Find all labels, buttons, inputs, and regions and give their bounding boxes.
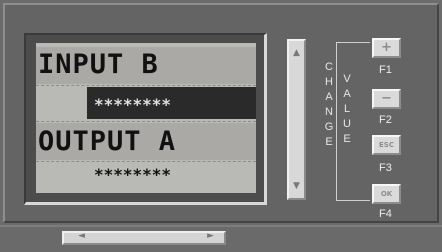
value-label: V A L U E [343, 73, 351, 145]
ok-button[interactable]: OK [372, 184, 401, 204]
bracket-top [336, 42, 370, 43]
scroll-left-arrow-icon[interactable]: ◄ [78, 231, 85, 241]
bracket-bottom [336, 200, 370, 201]
lcd-line2-value: ******** [94, 165, 172, 184]
lcd-screen: INPUT B ******** OUTPUT A ******** [36, 43, 256, 193]
lcd-separator [36, 161, 256, 162]
lcd-line1-value: ******** [94, 95, 172, 114]
scroll-right-arrow-icon[interactable]: ► [207, 231, 214, 241]
f2-label: F2 [379, 114, 392, 126]
change-label: C H A N G E [324, 61, 334, 148]
lcd-line2-label: OUTPUT A [38, 126, 177, 157]
f4-label: F4 [379, 208, 392, 220]
vertical-scrollbar[interactable]: ▲ ▼ [287, 39, 306, 200]
lcd-line1-label: INPUT B [38, 49, 159, 80]
bracket-left [336, 42, 337, 200]
scroll-up-arrow-icon[interactable]: ▲ [289, 47, 304, 59]
esc-button[interactable]: ESC [372, 135, 401, 155]
plus-button[interactable]: + [372, 38, 401, 58]
minus-button[interactable]: − [372, 89, 401, 109]
lcd-separator [36, 121, 256, 122]
horizontal-scrollbar[interactable]: ◄ ► [62, 231, 226, 245]
scroll-down-arrow-icon[interactable]: ▼ [289, 180, 304, 192]
f3-label: F3 [379, 162, 392, 174]
lcd-frame: INPUT B ******** OUTPUT A ******** [24, 33, 267, 205]
f1-label: F1 [379, 64, 392, 76]
